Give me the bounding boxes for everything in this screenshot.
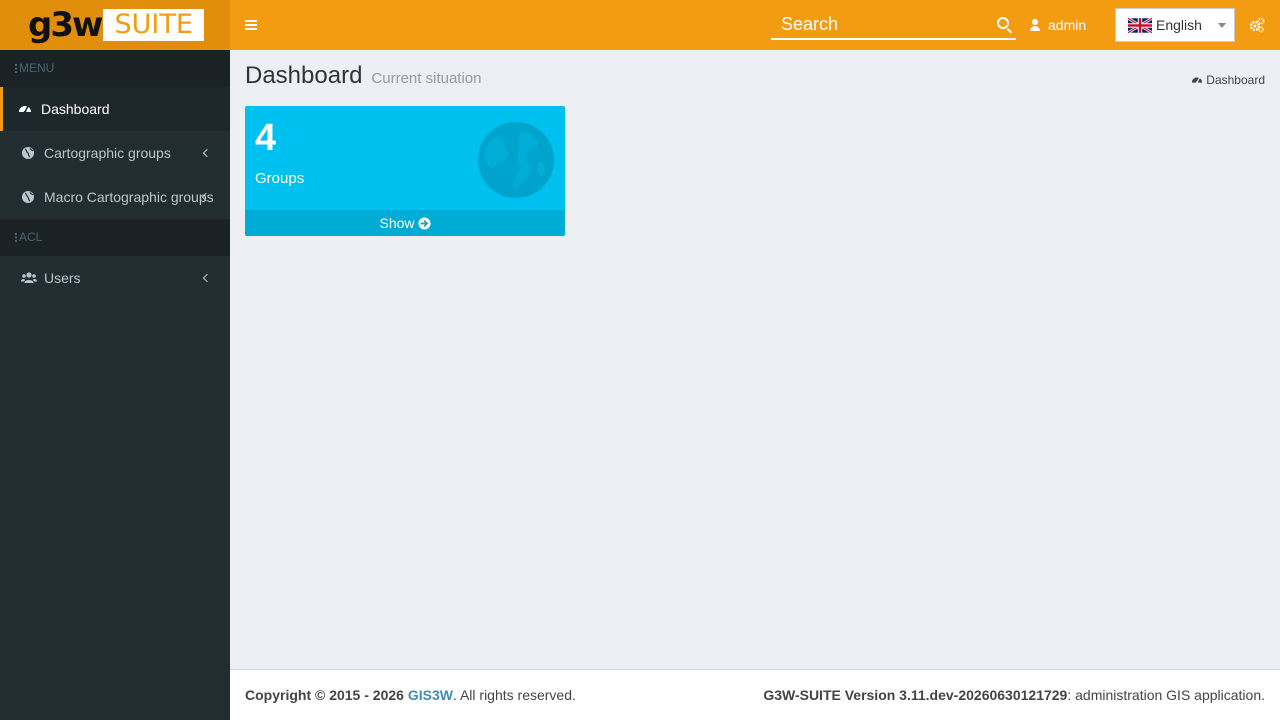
user-menu[interactable]: admin [1030, 15, 1086, 35]
search-form [771, 10, 1016, 40]
globe-icon [477, 121, 555, 199]
page-subtitle: Current situation [371, 70, 482, 87]
sidebar: MENU Dashboard Cartographic groups Macro… [0, 50, 230, 720]
copyright-prefix: Copyright © 2015 - 2026 [245, 687, 408, 703]
sidebar-header-label: MENU [19, 61, 55, 75]
chevron-down-icon [1218, 23, 1226, 28]
copyright-rights: . All rights reserved. [452, 687, 576, 703]
content-header: Dashboard Current situation [245, 62, 481, 94]
logo-area[interactable]: g3w SUITE [0, 0, 230, 50]
ellipsis-vertical-icon [15, 64, 17, 73]
user-icon [1030, 19, 1040, 31]
page-title: Dashboard [245, 62, 363, 89]
sidebar-item-macro-cartographic-groups[interactable]: Macro Cartographic groups [0, 175, 230, 219]
username-label: admin [1048, 17, 1087, 33]
show-label: Show [379, 215, 415, 231]
language-select[interactable]: English [1115, 8, 1235, 42]
main-header: g3w SUITE admin English [0, 0, 1280, 50]
show-groups-link[interactable]: Show [245, 210, 565, 236]
dashboard-icon [1192, 77, 1203, 84]
gears-icon[interactable] [1249, 17, 1265, 33]
sidebar-item-users[interactable]: Users [0, 256, 230, 300]
company-link[interactable]: GIS3W [408, 687, 453, 703]
uk-flag-icon [1128, 17, 1152, 33]
ellipsis-vertical-icon [15, 233, 17, 242]
search-input[interactable] [771, 10, 986, 38]
arrow-circle-right-icon [417, 216, 431, 230]
dashboard-icon [19, 105, 31, 114]
chevron-left-icon [202, 273, 212, 283]
sidebar-toggle-button[interactable] [238, 12, 264, 38]
language-label: English [1156, 17, 1202, 33]
logo-text-left: g3w [28, 5, 103, 45]
sidebar-item-dashboard[interactable]: Dashboard [0, 87, 230, 131]
sidebar-header-label: ACL [19, 230, 43, 244]
search-icon[interactable] [997, 17, 1009, 29]
version-info: G3W-SUITE Version 3.11.dev-2026063012172… [763, 687, 1265, 703]
sidebar-item-label: Dashboard [41, 101, 110, 117]
sidebar-item-label: Users [44, 270, 81, 286]
hamburger-icon [245, 24, 257, 26]
sidebar-header-acl: ACL [0, 219, 230, 256]
groups-count: 4 [255, 117, 277, 159]
copyright: Copyright © 2015 - 2026 GIS3W. All right… [245, 687, 576, 703]
sidebar-item-label: Macro Cartographic groups [44, 189, 214, 205]
g3w-suite-logo[interactable]: g3w SUITE [28, 5, 204, 45]
groups-info-box: 4 Groups Show [245, 106, 565, 236]
breadcrumb[interactable]: Dashboard [1191, 73, 1265, 87]
globe-icon [22, 191, 34, 203]
version-description: : administration GIS application. [1067, 687, 1265, 703]
sidebar-header-menu: MENU [0, 50, 230, 87]
breadcrumb-label: Dashboard [1206, 73, 1265, 87]
logo-text-right: SUITE [103, 9, 204, 41]
version-label: G3W-SUITE Version 3.11.dev-2026063012172… [763, 687, 1068, 703]
main-footer: Copyright © 2015 - 2026 GIS3W. All right… [230, 669, 1280, 720]
chevron-left-icon [202, 148, 212, 158]
users-icon [21, 272, 37, 283]
sidebar-item-label: Cartographic groups [44, 145, 171, 161]
sidebar-item-cartographic-groups[interactable]: Cartographic groups [0, 131, 230, 175]
globe-icon [22, 147, 34, 159]
groups-label: Groups [255, 170, 305, 187]
